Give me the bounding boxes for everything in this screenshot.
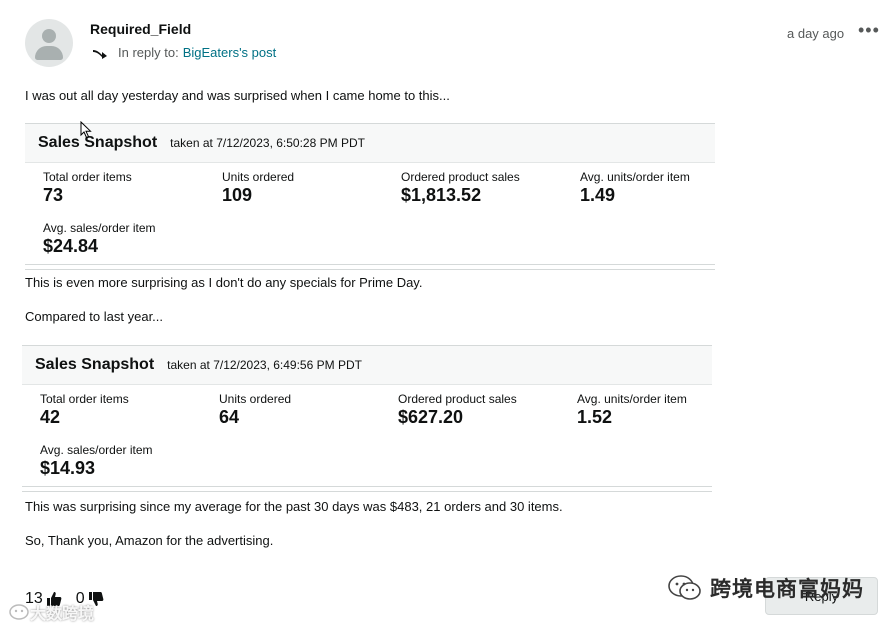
post-text-4: This was surprising since my average for… — [25, 499, 563, 514]
metric-value: 1.49 — [580, 185, 616, 205]
snapshot-divider — [22, 491, 712, 492]
reply-context: In reply to: BigEaters's post — [92, 45, 276, 60]
post-text-2: This is even more surprising as I don't … — [25, 275, 423, 290]
snapshot-header: Sales Snapshot taken at 7/12/2023, 6:50:… — [25, 124, 715, 163]
reply-target-link[interactable]: BigEaters's post — [183, 45, 277, 60]
watermark-logo-icon — [9, 604, 29, 620]
metric-label: Total order items — [43, 170, 132, 184]
snapshot-header: Sales Snapshot taken at 7/12/2023, 6:49:… — [22, 346, 712, 385]
snapshot-title: Sales Snapshot — [38, 134, 158, 151]
post-timestamp: a day ago — [787, 26, 845, 41]
metric-total-order-items: Total order items 42 — [40, 392, 129, 428]
metric-avg-sales-per-order-item: Avg. sales/order item $14.93 — [40, 443, 153, 479]
mouse-cursor-icon — [80, 121, 92, 139]
snapshot-title: Sales Snapshot — [35, 356, 155, 373]
metric-value: $627.20 — [398, 407, 464, 427]
metric-value: 109 — [222, 185, 253, 205]
reply-arrow-icon — [93, 49, 107, 59]
corner-watermark: 大数跨境 — [8, 600, 94, 624]
snapshot-taken-time: taken at 7/12/2023, 6:50:28 PM PDT — [170, 136, 365, 150]
author-name[interactable]: Required_Field — [90, 21, 191, 37]
metric-value: 1.52 — [577, 407, 613, 427]
metric-value: $14.93 — [40, 458, 96, 478]
metric-label: Avg. units/order item — [577, 392, 687, 406]
post-text-1: I was out all day yesterday and was surp… — [25, 88, 450, 103]
snapshot-divider — [25, 269, 715, 270]
metric-units-ordered: Units ordered 109 — [222, 170, 294, 206]
metric-label: Ordered product sales — [401, 170, 520, 184]
metric-label: Avg. sales/order item — [40, 443, 153, 457]
avatar-head-shape — [42, 29, 56, 43]
reply-prefix: In reply to: — [118, 45, 179, 60]
metric-value: $24.84 — [43, 236, 99, 256]
metric-ordered-product-sales: Ordered product sales $1,813.52 — [401, 170, 520, 206]
metric-label: Avg. units/order item — [580, 170, 690, 184]
avatar — [25, 19, 73, 67]
metric-label: Units ordered — [222, 170, 295, 184]
metric-ordered-product-sales: Ordered product sales $627.20 — [398, 392, 517, 428]
metric-value: $1,813.52 — [401, 185, 482, 205]
more-options-icon[interactable]: ••• — [858, 20, 880, 41]
corner-watermark-text: 大数跨境 — [30, 606, 95, 623]
wechat-account-name: 跨境电商富妈妈 — [710, 578, 864, 601]
wechat-logo-icon — [668, 575, 701, 600]
metric-avg-units-per-order-item: Avg. units/order item 1.52 — [577, 392, 687, 428]
metric-label: Total order items — [40, 392, 129, 406]
wechat-watermark: 跨境电商富妈妈 — [668, 573, 864, 603]
metric-value: 42 — [40, 407, 61, 427]
post-text-3: Compared to last year... — [25, 309, 164, 324]
snapshot-taken-time: taken at 7/12/2023, 6:49:56 PM PDT — [167, 358, 362, 372]
metric-value: 64 — [219, 407, 240, 427]
avatar-body-shape — [35, 46, 63, 60]
metric-avg-units-per-order-item: Avg. units/order item 1.49 — [580, 170, 690, 206]
post-text-5: So, Thank you, Amazon for the advertisin… — [25, 533, 274, 548]
sales-snapshot-2: Sales Snapshot taken at 7/12/2023, 6:49:… — [22, 345, 712, 492]
metric-avg-sales-per-order-item: Avg. sales/order item $24.84 — [43, 221, 156, 257]
metric-label: Avg. sales/order item — [43, 221, 156, 235]
metric-total-order-items: Total order items 73 — [43, 170, 132, 206]
metric-label: Ordered product sales — [398, 392, 517, 406]
metric-label: Units ordered — [219, 392, 292, 406]
sales-snapshot-1: Sales Snapshot taken at 7/12/2023, 6:50:… — [25, 123, 715, 270]
metric-value: 73 — [43, 185, 64, 205]
metric-units-ordered: Units ordered 64 — [219, 392, 291, 428]
